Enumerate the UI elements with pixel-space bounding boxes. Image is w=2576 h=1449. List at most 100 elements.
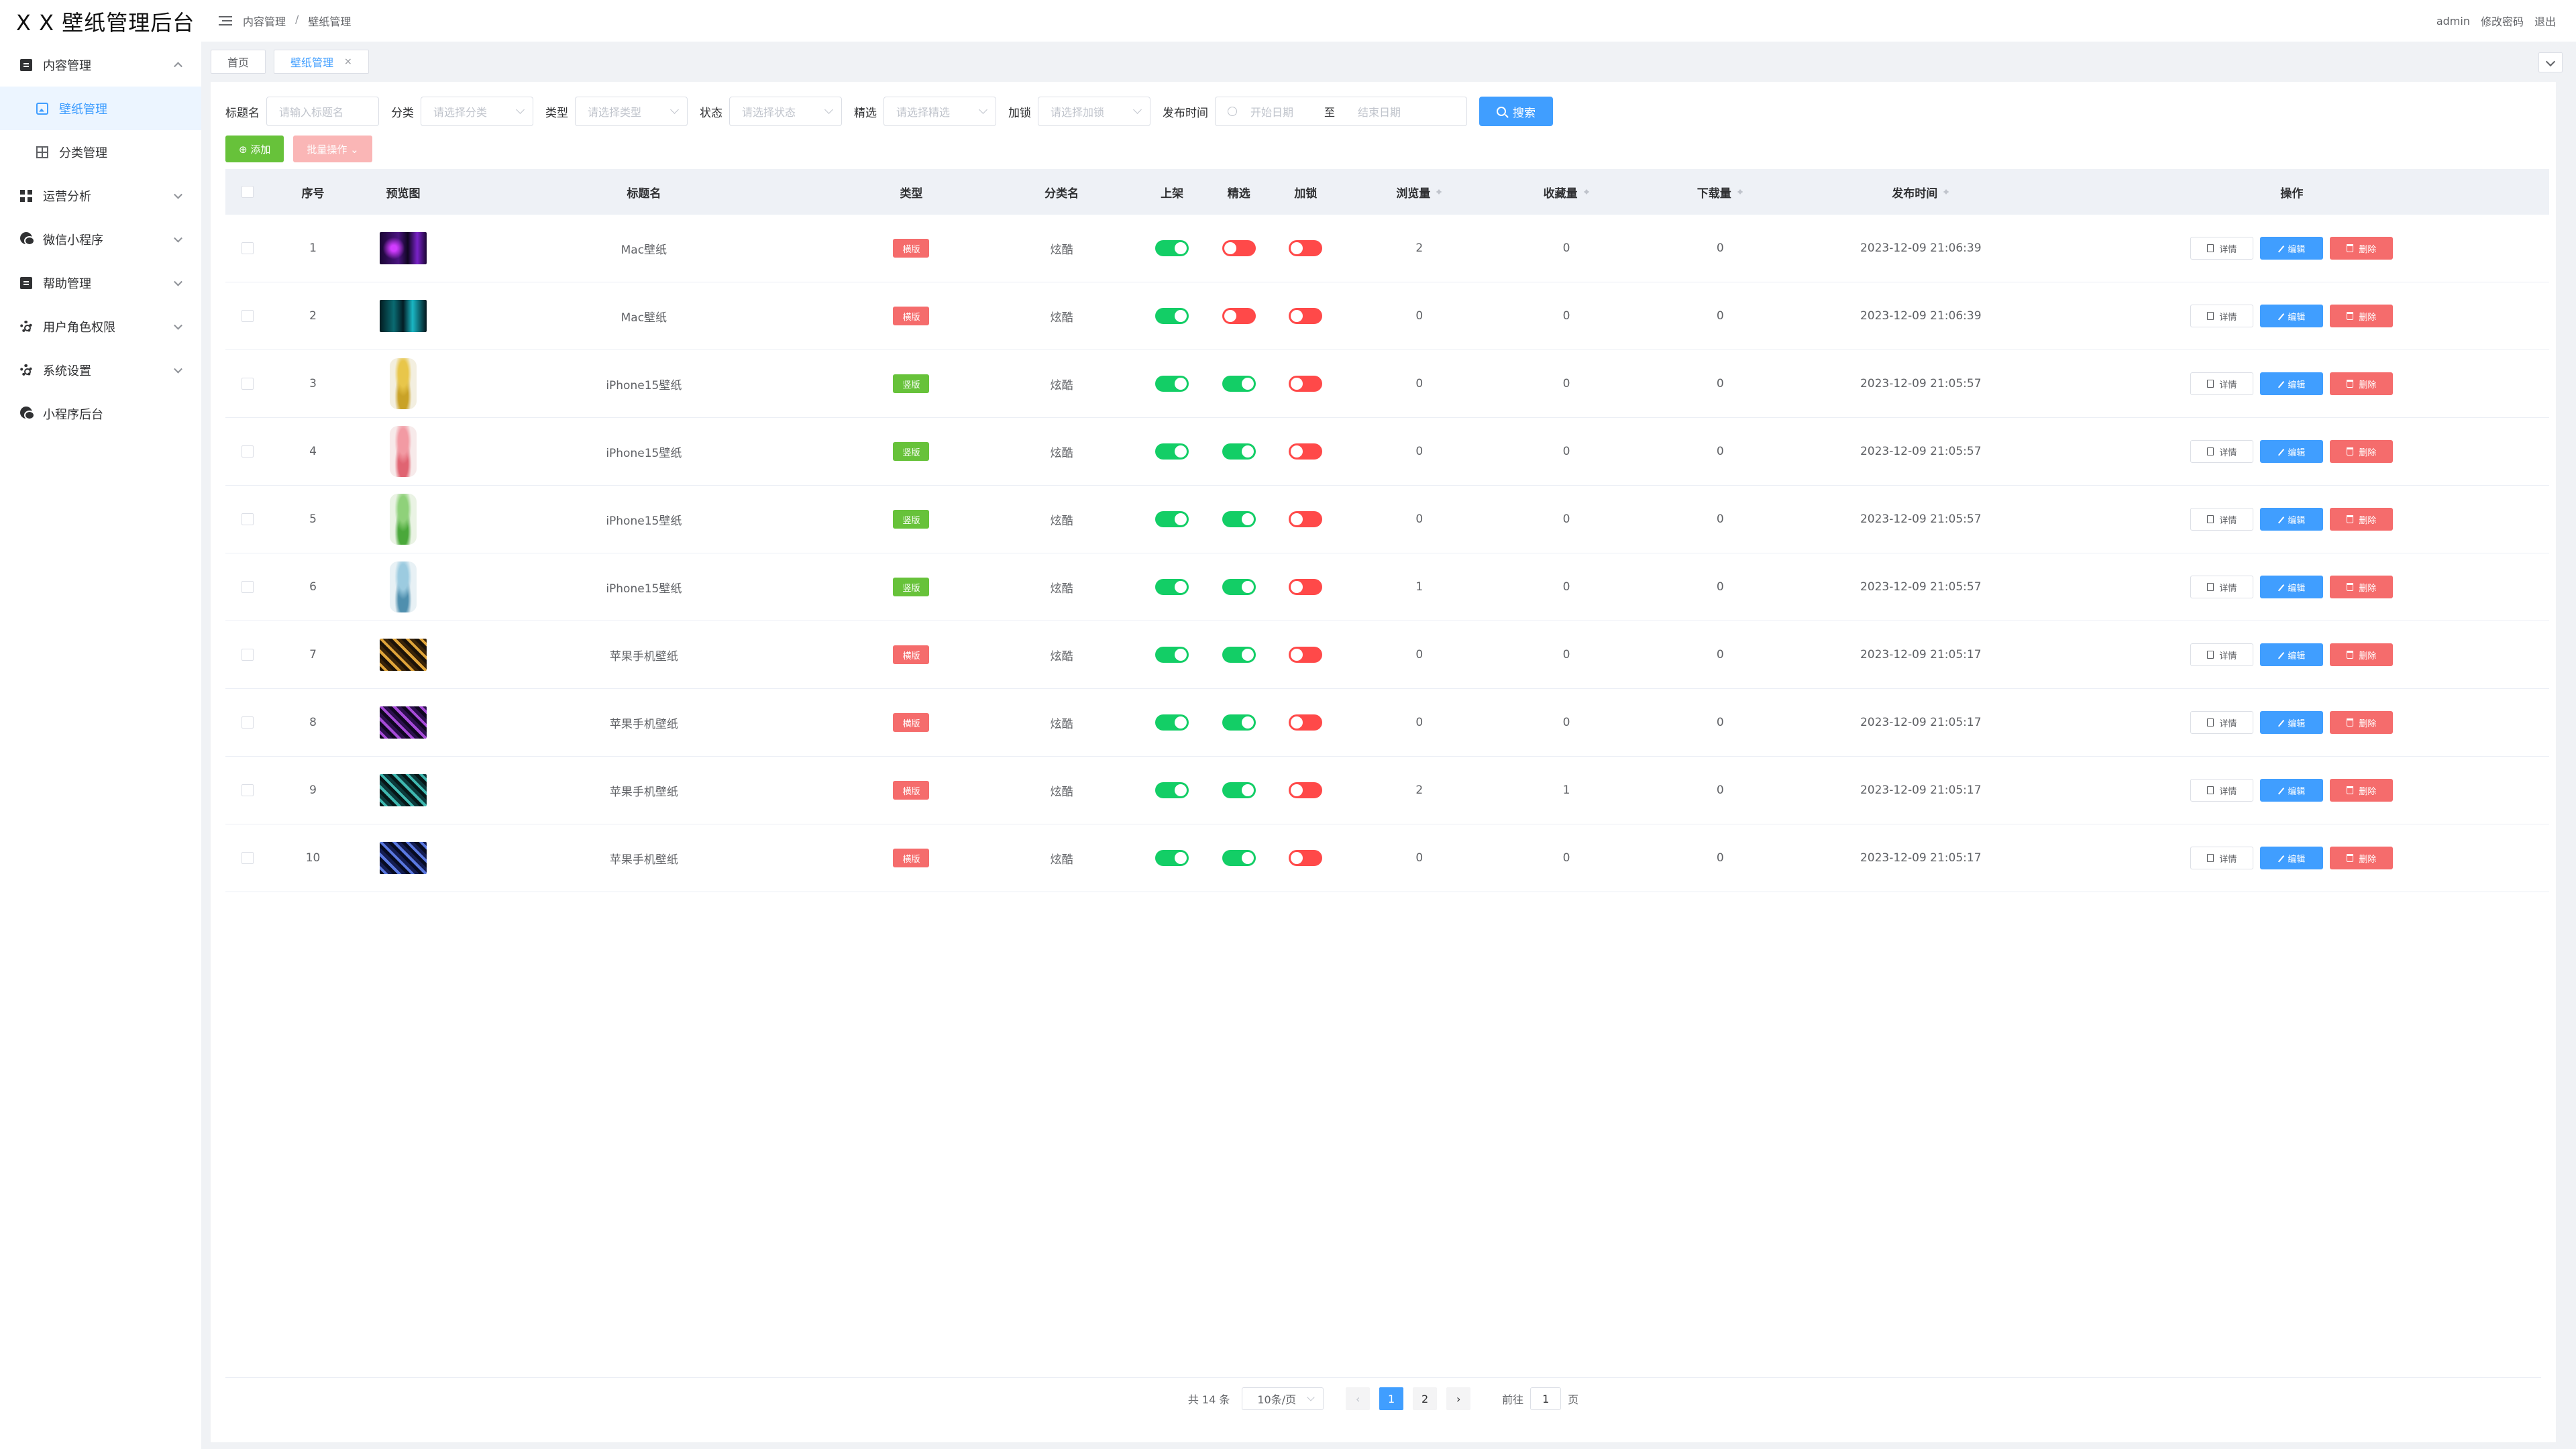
locked-select[interactable]: 请选择加锁 xyxy=(1038,97,1150,126)
featured-switch[interactable] xyxy=(1222,240,1256,256)
tab-home[interactable]: 首页 xyxy=(211,50,266,74)
locked-switch[interactable] xyxy=(1289,240,1323,256)
batch-actions-button[interactable]: 批量操作 ⌄ xyxy=(293,136,372,162)
featured-switch[interactable] xyxy=(1222,579,1256,595)
sidebar-item-help[interactable]: 帮助管理 xyxy=(0,261,201,305)
on-shelf-switch[interactable] xyxy=(1155,240,1189,256)
on-shelf-switch[interactable] xyxy=(1155,850,1189,866)
edit-button[interactable]: 编辑 xyxy=(2260,711,2324,734)
edit-button[interactable]: 编辑 xyxy=(2260,305,2324,327)
row-checkbox[interactable] xyxy=(241,852,254,864)
title-input[interactable]: 请输入标题名 xyxy=(266,97,379,126)
page-size-select[interactable]: 10条/页 xyxy=(1242,1387,1324,1410)
featured-switch[interactable] xyxy=(1222,376,1256,392)
featured-switch[interactable] xyxy=(1222,850,1256,866)
featured-switch[interactable] xyxy=(1222,782,1256,798)
delete-button[interactable]: 删除 xyxy=(2330,440,2394,463)
locked-switch[interactable] xyxy=(1289,579,1323,595)
detail-button[interactable]: 详情 xyxy=(2190,440,2254,463)
sort-icon[interactable] xyxy=(1737,186,1743,197)
preview-thumbnail[interactable] xyxy=(380,842,427,874)
detail-button[interactable]: 详情 xyxy=(2190,847,2254,869)
featured-switch[interactable] xyxy=(1222,511,1256,527)
row-checkbox[interactable] xyxy=(241,649,254,661)
detail-button[interactable]: 详情 xyxy=(2190,711,2254,734)
locked-switch[interactable] xyxy=(1289,376,1323,392)
locked-switch[interactable] xyxy=(1289,647,1323,663)
sidebar-item-category[interactable]: 分类管理 xyxy=(0,130,201,174)
row-checkbox[interactable] xyxy=(241,581,254,593)
preview-thumbnail[interactable] xyxy=(380,639,427,671)
detail-button[interactable]: 详情 xyxy=(2190,305,2254,327)
edit-button[interactable]: 编辑 xyxy=(2260,643,2324,666)
page-button-2[interactable]: 2 xyxy=(1413,1387,1438,1410)
page-button-1[interactable]: 1 xyxy=(1379,1387,1404,1410)
sort-icon[interactable] xyxy=(1943,186,1949,197)
search-button[interactable]: 搜索 xyxy=(1479,97,1553,126)
locked-switch[interactable] xyxy=(1289,850,1323,866)
preview-thumbnail[interactable] xyxy=(390,494,417,545)
edit-button[interactable]: 编辑 xyxy=(2260,779,2324,802)
delete-button[interactable]: 删除 xyxy=(2330,305,2394,327)
edit-button[interactable]: 编辑 xyxy=(2260,508,2324,531)
preview-thumbnail[interactable] xyxy=(380,706,427,739)
detail-button[interactable]: 详情 xyxy=(2190,779,2254,802)
edit-button[interactable]: 编辑 xyxy=(2260,440,2324,463)
on-shelf-switch[interactable] xyxy=(1155,443,1189,460)
edit-button[interactable]: 编辑 xyxy=(2260,372,2324,395)
detail-button[interactable]: 详情 xyxy=(2190,372,2254,395)
on-shelf-switch[interactable] xyxy=(1155,511,1189,527)
row-checkbox[interactable] xyxy=(241,242,254,254)
sidebar-item-wallpaper[interactable]: 壁纸管理 xyxy=(0,87,201,130)
prev-page-button[interactable]: ‹ xyxy=(1346,1387,1371,1410)
on-shelf-switch[interactable] xyxy=(1155,647,1189,663)
change-password-link[interactable]: 修改密码 xyxy=(2481,13,2524,29)
featured-switch[interactable] xyxy=(1222,443,1256,460)
preview-thumbnail[interactable] xyxy=(390,358,417,409)
sidebar-item-wechat[interactable]: 微信小程序 xyxy=(0,217,201,261)
on-shelf-switch[interactable] xyxy=(1155,376,1189,392)
locked-switch[interactable] xyxy=(1289,308,1323,324)
row-checkbox[interactable] xyxy=(241,378,254,390)
sidebar-item-analytics[interactable]: 运营分析 xyxy=(0,174,201,217)
status-select[interactable]: 请选择状态 xyxy=(729,97,842,126)
goto-page-input[interactable]: 1 xyxy=(1530,1387,1562,1410)
preview-thumbnail[interactable] xyxy=(390,426,417,477)
locked-switch[interactable] xyxy=(1289,782,1323,798)
locked-switch[interactable] xyxy=(1289,443,1323,460)
delete-button[interactable]: 删除 xyxy=(2330,847,2394,869)
col-views[interactable]: 浏览量 xyxy=(1339,169,1499,215)
detail-button[interactable]: 详情 xyxy=(2190,508,2254,531)
select-all-checkbox[interactable] xyxy=(241,186,254,198)
row-checkbox[interactable] xyxy=(241,445,254,458)
locked-switch[interactable] xyxy=(1289,714,1323,731)
delete-button[interactable]: 删除 xyxy=(2330,508,2394,531)
delete-button[interactable]: 删除 xyxy=(2330,779,2394,802)
featured-switch[interactable] xyxy=(1222,647,1256,663)
close-icon[interactable]: × xyxy=(344,56,352,67)
next-page-button[interactable]: › xyxy=(1446,1387,1471,1410)
add-button[interactable]: ⊕ 添加 xyxy=(225,136,284,162)
row-checkbox[interactable] xyxy=(241,513,254,525)
on-shelf-switch[interactable] xyxy=(1155,308,1189,324)
sidebar-item-content[interactable]: 内容管理 xyxy=(0,43,201,87)
locked-switch[interactable] xyxy=(1289,511,1323,527)
delete-button[interactable]: 删除 xyxy=(2330,643,2394,666)
col-downloads[interactable]: 下载量 xyxy=(1633,169,1807,215)
featured-switch[interactable] xyxy=(1222,308,1256,324)
type-select[interactable]: 请选择类型 xyxy=(575,97,688,126)
preview-thumbnail[interactable] xyxy=(380,232,427,264)
tabs-dropdown-button[interactable] xyxy=(2538,52,2563,72)
edit-button[interactable]: 编辑 xyxy=(2260,237,2324,260)
delete-button[interactable]: 删除 xyxy=(2330,711,2394,734)
edit-button[interactable]: 编辑 xyxy=(2260,576,2324,598)
breadcrumb-item[interactable]: 内容管理 xyxy=(243,13,286,29)
delete-button[interactable]: 删除 xyxy=(2330,576,2394,598)
preview-thumbnail[interactable] xyxy=(380,300,427,332)
category-select[interactable]: 请选择分类 xyxy=(421,97,533,126)
row-checkbox[interactable] xyxy=(241,310,254,322)
logout-link[interactable]: 退出 xyxy=(2534,13,2556,29)
detail-button[interactable]: 详情 xyxy=(2190,643,2254,666)
detail-button[interactable]: 详情 xyxy=(2190,237,2254,260)
sidebar-item-miniprogram[interactable]: 小程序后台 xyxy=(0,392,201,435)
